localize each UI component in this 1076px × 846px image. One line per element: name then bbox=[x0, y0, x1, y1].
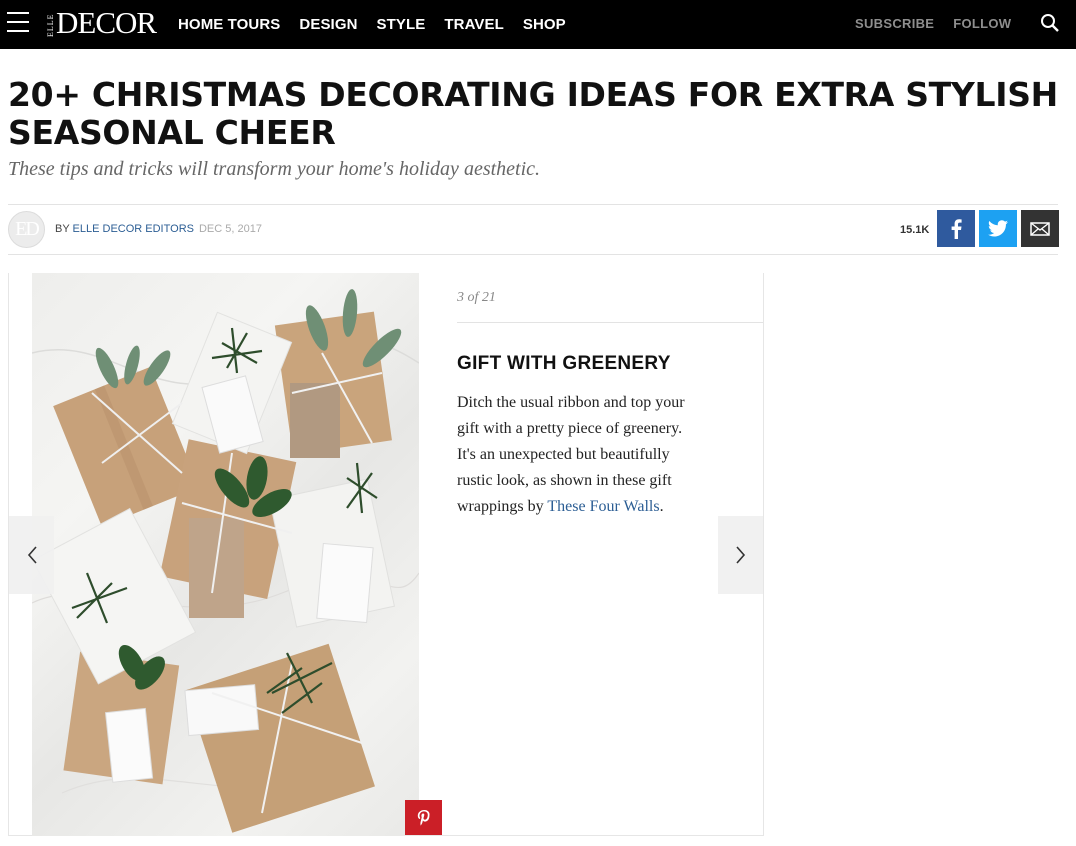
chevron-right-icon bbox=[735, 546, 745, 564]
share-count: 15.1K bbox=[900, 224, 930, 236]
these-four-walls-link[interactable]: These Four Walls bbox=[547, 498, 659, 515]
divider bbox=[457, 322, 763, 323]
chevron-left-icon bbox=[27, 546, 37, 564]
follow-link[interactable]: FOLLOW bbox=[953, 16, 1011, 31]
facebook-icon bbox=[951, 218, 962, 239]
site-logo[interactable]: ELLE DECOR bbox=[46, 5, 157, 40]
email-icon bbox=[1030, 221, 1050, 236]
top-nav-bar: ELLE DECOR HOME TOURS DESIGN STYLE TRAVE… bbox=[0, 0, 1076, 49]
main-nav: HOME TOURS DESIGN STYLE TRAVEL SHOP bbox=[178, 16, 566, 33]
email-share-button[interactable] bbox=[1021, 210, 1059, 247]
article-dek: These tips and tricks will transform you… bbox=[8, 158, 541, 180]
nav-item-travel[interactable]: TRAVEL bbox=[444, 16, 504, 33]
slide-description: Ditch the usual ribbon and top your gift… bbox=[457, 390, 697, 520]
byline-prefix: BY bbox=[55, 223, 73, 235]
subscribe-link[interactable]: SUBSCRIBE bbox=[855, 16, 934, 31]
nav-item-style[interactable]: STYLE bbox=[377, 16, 426, 33]
avatar: ED bbox=[8, 211, 45, 248]
hamburger-icon[interactable] bbox=[7, 12, 29, 32]
gallery-image[interactable] bbox=[32, 273, 419, 836]
next-slide-button[interactable] bbox=[718, 516, 763, 594]
pinterest-button[interactable] bbox=[405, 800, 442, 835]
twitter-icon bbox=[988, 220, 1008, 237]
slide-title: GIFT WITH GREENERY bbox=[457, 353, 671, 374]
facebook-share-button[interactable] bbox=[937, 210, 975, 247]
pinterest-icon bbox=[417, 809, 430, 825]
divider bbox=[8, 254, 1058, 255]
nav-item-design[interactable]: DESIGN bbox=[299, 16, 357, 33]
slide-counter: 3 of 21 bbox=[457, 290, 496, 305]
nav-right: SUBSCRIBE FOLLOW bbox=[855, 16, 1011, 31]
slide-body-text: Ditch the usual ribbon and top your gift… bbox=[457, 394, 685, 515]
publish-date: DEC 5, 2017 bbox=[198, 223, 262, 235]
logo-decor-text: DECOR bbox=[56, 5, 157, 40]
prev-slide-button[interactable] bbox=[9, 516, 54, 594]
author-link[interactable]: ELLE DECOR EDITORS bbox=[73, 223, 194, 235]
byline: BY ELLE DECOR EDITORS DEC 5, 2017 bbox=[55, 223, 262, 235]
slide-body-end: . bbox=[659, 498, 664, 515]
logo-elle-text: ELLE bbox=[46, 13, 55, 37]
nav-item-home-tours[interactable]: HOME TOURS bbox=[178, 16, 280, 33]
gift-wrapping-photo bbox=[32, 289, 419, 833]
twitter-share-button[interactable] bbox=[979, 210, 1017, 247]
search-icon[interactable] bbox=[1040, 13, 1060, 33]
article-headline: 20+ CHRISTMAS DECORATING IDEAS FOR EXTRA… bbox=[8, 75, 1058, 152]
nav-item-shop[interactable]: SHOP bbox=[523, 16, 566, 33]
divider bbox=[8, 204, 1058, 205]
